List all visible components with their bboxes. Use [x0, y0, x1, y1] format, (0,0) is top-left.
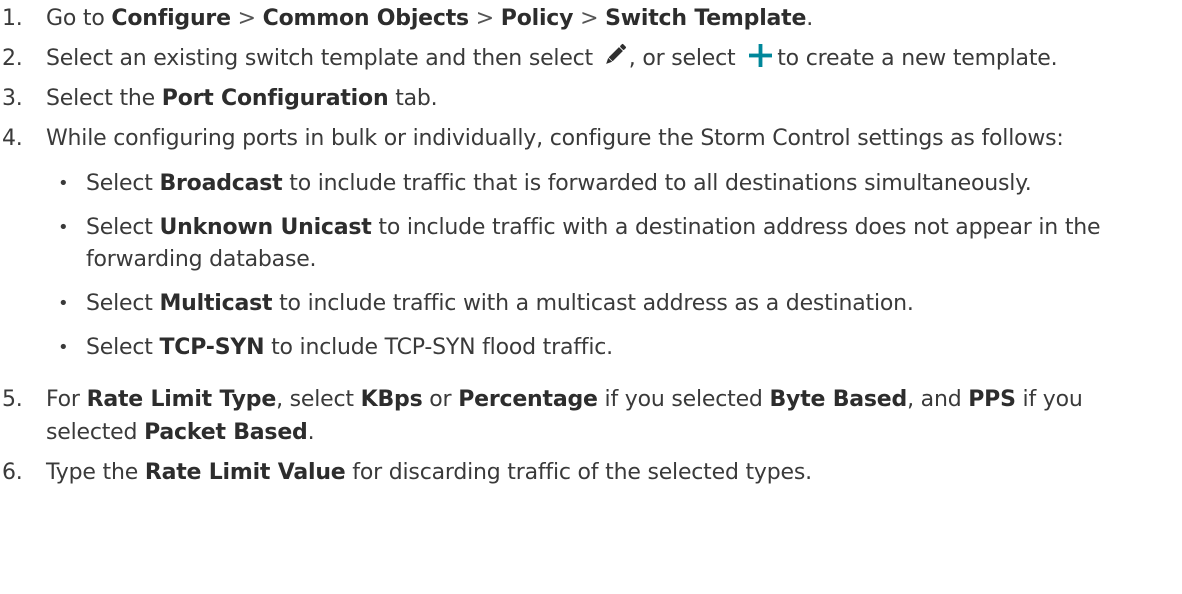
ui-path-switch-template: Switch Template [605, 6, 807, 31]
ui-tab-port-configuration: Port Configuration [161, 86, 389, 111]
option-kbps: KBps [360, 387, 423, 412]
bullet-unknown-unicast: • Select Unknown Unicast to include traf… [46, 212, 1176, 276]
text-segment: or [422, 387, 459, 412]
text-segment: , select [276, 387, 361, 412]
step-number: 5. [2, 387, 23, 412]
text-segment: , or select [628, 46, 743, 71]
path-separator: > [573, 6, 606, 31]
text-segment: to include traffic with a multicast addr… [272, 291, 914, 316]
step-4: 4. While configuring ports in bulk or in… [0, 122, 1182, 376]
ui-path-policy: Policy [500, 6, 574, 31]
text-segment: to create a new template. [777, 46, 1058, 71]
step-1: 1. Go to Configure > Common Objects > Po… [0, 2, 1182, 35]
text-segment: Select the [46, 86, 162, 111]
step-text: Go to Configure > Common Objects > Polic… [46, 2, 1182, 35]
option-unknown-unicast: Unknown Unicast [159, 215, 372, 240]
bullet-dot: • [58, 173, 69, 194]
ui-path-configure: Configure [111, 6, 231, 31]
option-pps: PPS [968, 387, 1016, 412]
bullet-text: Select TCP-SYN to include TCP-SYN flood … [86, 332, 613, 364]
procedure-steps: 1. Go to Configure > Common Objects > Po… [0, 2, 1182, 489]
step-text: Select an existing switch template and t… [46, 42, 1182, 75]
bullet-dot: • [58, 293, 69, 314]
text-segment: Select [86, 335, 160, 360]
path-separator: > [468, 6, 501, 31]
text-segment: Select [86, 215, 160, 240]
bullet-broadcast: • Select Broadcast to include traffic th… [46, 168, 1176, 200]
text-segment: Type the [46, 460, 145, 485]
step-text: While configuring ports in bulk or indiv… [46, 122, 1182, 376]
step-number: 1. [2, 6, 23, 31]
field-rate-limit-value: Rate Limit Value [144, 460, 346, 485]
path-separator: > [230, 6, 263, 31]
text-segment: to include TCP-SYN flood traffic. [264, 335, 613, 360]
option-packet-based: Packet Based [144, 420, 308, 445]
text-segment: Select an existing switch template and t… [46, 46, 600, 71]
text-segment: For [46, 387, 87, 412]
bullet-multicast: • Select Multicast to include traffic wi… [46, 288, 1176, 320]
text-segment: tab. [388, 86, 438, 111]
option-broadcast: Broadcast [159, 171, 283, 196]
option-byte-based: Byte Based [769, 387, 908, 412]
option-percentage: Percentage [458, 387, 598, 412]
text-segment: . [806, 6, 814, 31]
step-number: 2. [2, 46, 23, 71]
text-segment: Select [86, 171, 160, 196]
step-number: 4. [2, 126, 23, 151]
plus-icon [748, 43, 773, 68]
step-text: For Rate Limit Type, select KBps or Perc… [46, 383, 1182, 449]
bullet-tcp-syn: • Select TCP-SYN to include TCP-SYN floo… [46, 332, 1176, 364]
bullet-text: Select Multicast to include traffic with… [86, 288, 914, 320]
pencil-icon [602, 42, 628, 68]
text-segment: Go to [46, 6, 112, 31]
step-5: 5. For Rate Limit Type, select KBps or P… [0, 383, 1182, 449]
step-6: 6. Type the Rate Limit Value for discard… [0, 456, 1182, 489]
text-segment: if you selected [597, 387, 770, 412]
ui-path-common-objects: Common Objects [262, 6, 470, 31]
step-number: 3. [2, 86, 23, 111]
bullet-dot: • [58, 217, 69, 238]
step-number: 6. [2, 460, 23, 485]
procedure-document: 1. Go to Configure > Common Objects > Po… [0, 0, 1182, 594]
step-2: 2. Select an existing switch template an… [0, 42, 1182, 75]
text-segment: Select [86, 291, 160, 316]
bullet-dot: • [58, 337, 69, 358]
bullet-text: Select Unknown Unicast to include traffi… [86, 212, 1176, 276]
bullet-text: Select Broadcast to include traffic that… [86, 168, 1032, 200]
storm-control-options: • Select Broadcast to include traffic th… [46, 168, 1176, 364]
text-segment: for discarding traffic of the selected t… [345, 460, 812, 485]
text-segment: . [307, 420, 315, 445]
step-text: Type the Rate Limit Value for discarding… [46, 456, 1182, 489]
option-multicast: Multicast [159, 291, 273, 316]
step-text: Select the Port Configuration tab. [46, 82, 1182, 115]
text-segment: While configuring ports in bulk or indiv… [46, 126, 1064, 151]
text-segment: to include traffic that is forwarded to … [282, 171, 1032, 196]
step-3: 3. Select the Port Configuration tab. [0, 82, 1182, 115]
field-rate-limit-type: Rate Limit Type [86, 387, 277, 412]
option-tcp-syn: TCP-SYN [159, 335, 265, 360]
text-segment: , and [907, 387, 969, 412]
